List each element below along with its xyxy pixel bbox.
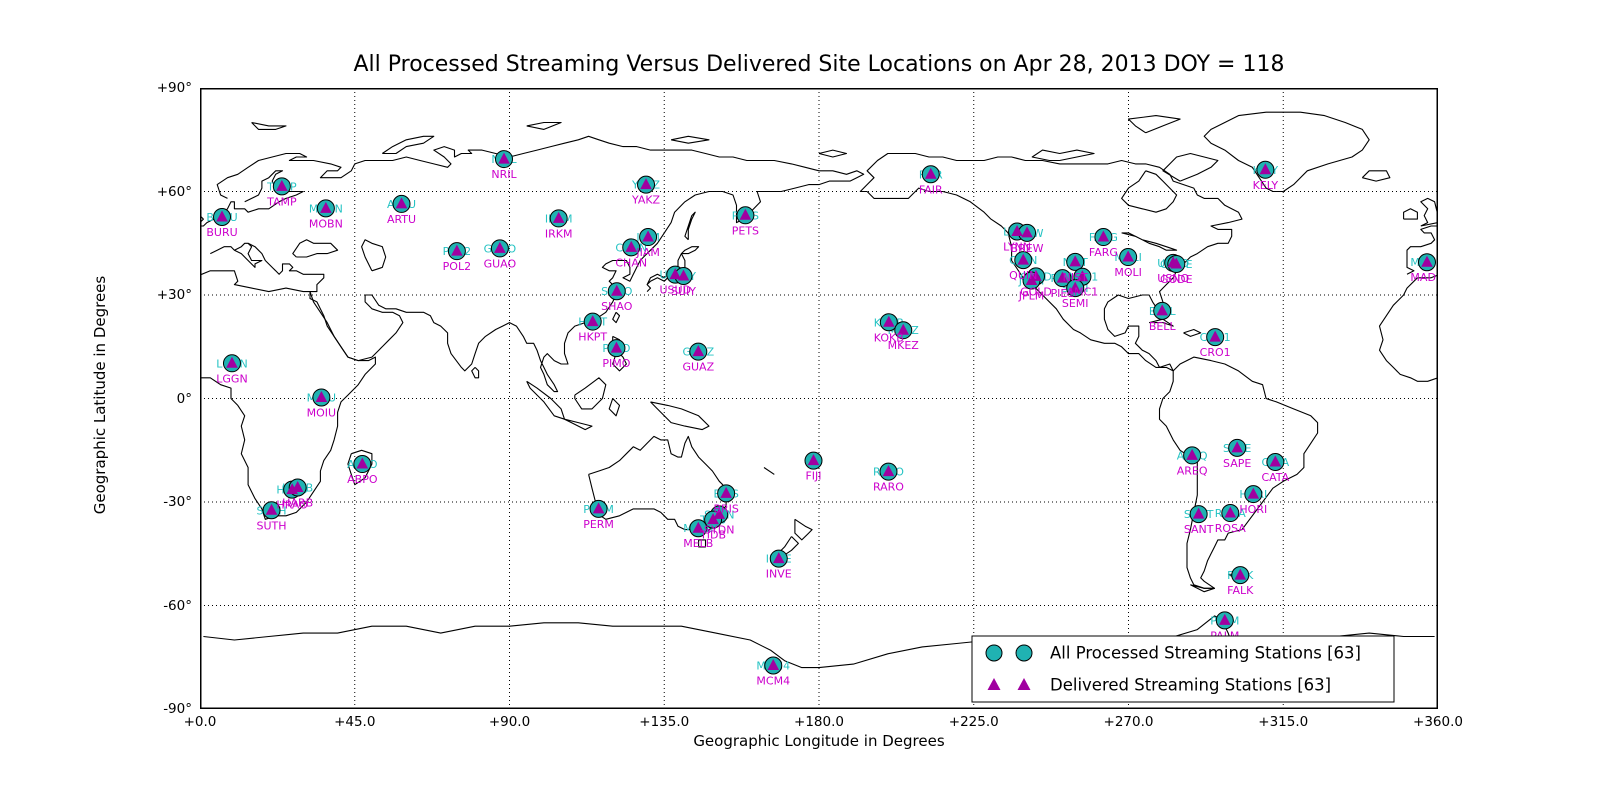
chart-title: All Processed Streaming Versus Delivered… xyxy=(200,52,1438,77)
x-tick: +315.0 xyxy=(1243,714,1323,730)
station-label-magenta-POL2: POL2 xyxy=(443,260,471,273)
station-label-magenta-MOLI: MOLI xyxy=(1114,266,1142,279)
station-label-magenta-YAKZ: YAKZ xyxy=(631,194,661,207)
y-tick: -90° xyxy=(132,701,192,717)
station-label-magenta-HARB: HARB xyxy=(282,497,313,510)
station-label-magenta-ARTU: ARTU xyxy=(387,213,416,226)
station-label-magenta-LGGN: LGGN xyxy=(216,372,247,385)
y-axis-label: Geographic Latitude in Degrees xyxy=(91,85,109,705)
station-label-magenta-SEMI: SEMI xyxy=(1062,297,1089,310)
station-label-magenta-IRKM: IRKM xyxy=(545,227,573,240)
station-label-magenta-SANT: SANT xyxy=(1184,523,1214,536)
y-tick: -60° xyxy=(132,598,192,614)
y-tick: -30° xyxy=(132,494,192,510)
station-label-magenta-PIMO: PIMO xyxy=(602,357,630,370)
station-label-magenta-NRIL: NRIL xyxy=(491,168,517,181)
station-label-magenta-AREQ: AREQ xyxy=(1177,464,1208,477)
station-label-magenta-PERM: PERM xyxy=(583,518,614,531)
station-label-magenta-JPLM: JPLM xyxy=(1018,290,1045,303)
y-tick: +30° xyxy=(132,287,192,303)
station-label-magenta-BELL: BELL xyxy=(1149,320,1177,333)
legend-entry-label: All Processed Streaming Stations [63] xyxy=(1050,644,1361,663)
station-label-magenta-MCM4: MCM4 xyxy=(756,675,790,688)
station-label-magenta-GODE: GODE xyxy=(1160,273,1193,286)
station-label-magenta-FAIR: FAIR xyxy=(919,183,943,196)
x-tick: +225.0 xyxy=(934,714,1014,730)
x-tick: +90.0 xyxy=(470,714,550,730)
station-label-magenta-INVE: INVE xyxy=(766,568,792,581)
station-label-magenta-HORI: HORI xyxy=(1239,503,1267,516)
station-label-magenta-KELY: KELY xyxy=(1253,179,1279,192)
station-label-magenta-NIST: NIST xyxy=(1063,271,1088,284)
legend: All Processed Streaming Stations [63] Del… xyxy=(972,636,1394,702)
x-tick: +135.0 xyxy=(624,714,704,730)
x-tick: +45.0 xyxy=(315,714,395,730)
x-tick: +180.0 xyxy=(779,714,859,730)
station-label-magenta-ROSA: ROSA xyxy=(1215,522,1246,535)
legend-entry-label: Delivered Streaming Stations [63] xyxy=(1050,676,1331,695)
legend-circle-icon xyxy=(986,645,1002,661)
y-tick: +90° xyxy=(132,80,192,96)
station-label-magenta-CRO1: CRO1 xyxy=(1200,346,1231,359)
station-label-magenta-FIJI: FIJI xyxy=(805,470,821,483)
station-label-magenta-GUAO: GUAO xyxy=(484,257,517,270)
station-label-magenta-MOBN: MOBN xyxy=(309,217,343,230)
station-label-magenta-CATA: CATA xyxy=(1261,471,1289,484)
station-label-magenta-RARO: RARO xyxy=(873,481,904,494)
station-label-magenta-FARG: FARG xyxy=(1089,246,1118,259)
station-label-magenta-HKPT: HKPT xyxy=(578,331,607,344)
x-tick: +360.0 xyxy=(1398,714,1478,730)
station-label-magenta-SHAO: SHAO xyxy=(601,300,633,313)
station-label-magenta-MOIU: MOIU xyxy=(307,406,336,419)
station-label-magenta-SUIY: SUIY xyxy=(671,285,696,298)
station-label-magenta-MADR: MADR xyxy=(1410,271,1438,284)
station-label-magenta-FALK: FALK xyxy=(1227,584,1254,597)
station-label-magenta-JIAM: JIAM xyxy=(635,246,660,259)
x-tick: +270.0 xyxy=(1089,714,1169,730)
figure: All Processed Streaming Versus Delivered… xyxy=(0,0,1600,800)
y-tick: +60° xyxy=(132,184,192,200)
station-label-magenta-BURU: BURU xyxy=(206,226,237,239)
station-label-magenta-GUAZ: GUAZ xyxy=(682,361,714,374)
station-label-magenta-PETS: PETS xyxy=(732,224,759,237)
station-label-magenta-BRIS: BRIS xyxy=(713,502,738,515)
station-label-magenta-MELB: MELB xyxy=(683,537,713,550)
station-label-magenta-MKEZ: MKEZ xyxy=(888,339,920,352)
delivered-station-labels: BURU TAMP MOBN ARTU POL2 GUAO NRIL IRKM YAKZ PETS… xyxy=(206,168,1438,687)
map-plot: BURU TAMP MOBN ARTU POL2 GUAO NRIL IRKM YAKZ PETS… xyxy=(200,88,1438,709)
station-label-magenta-QUIN: QUIN xyxy=(1009,269,1037,282)
station-label-magenta-SUTH: SUTH xyxy=(257,519,287,532)
station-label-magenta-SAPE: SAPE xyxy=(1223,457,1251,470)
station-label-magenta-ABPO: ABPO xyxy=(347,473,378,486)
station-label-magenta-BREW: BREW xyxy=(1011,242,1044,255)
x-axis-label: Geographic Longitude in Degrees xyxy=(200,732,1438,750)
legend-circle-icon xyxy=(1016,645,1032,661)
station-label-magenta-TAMP: TAMP xyxy=(266,195,297,208)
y-tick: 0° xyxy=(132,391,192,407)
